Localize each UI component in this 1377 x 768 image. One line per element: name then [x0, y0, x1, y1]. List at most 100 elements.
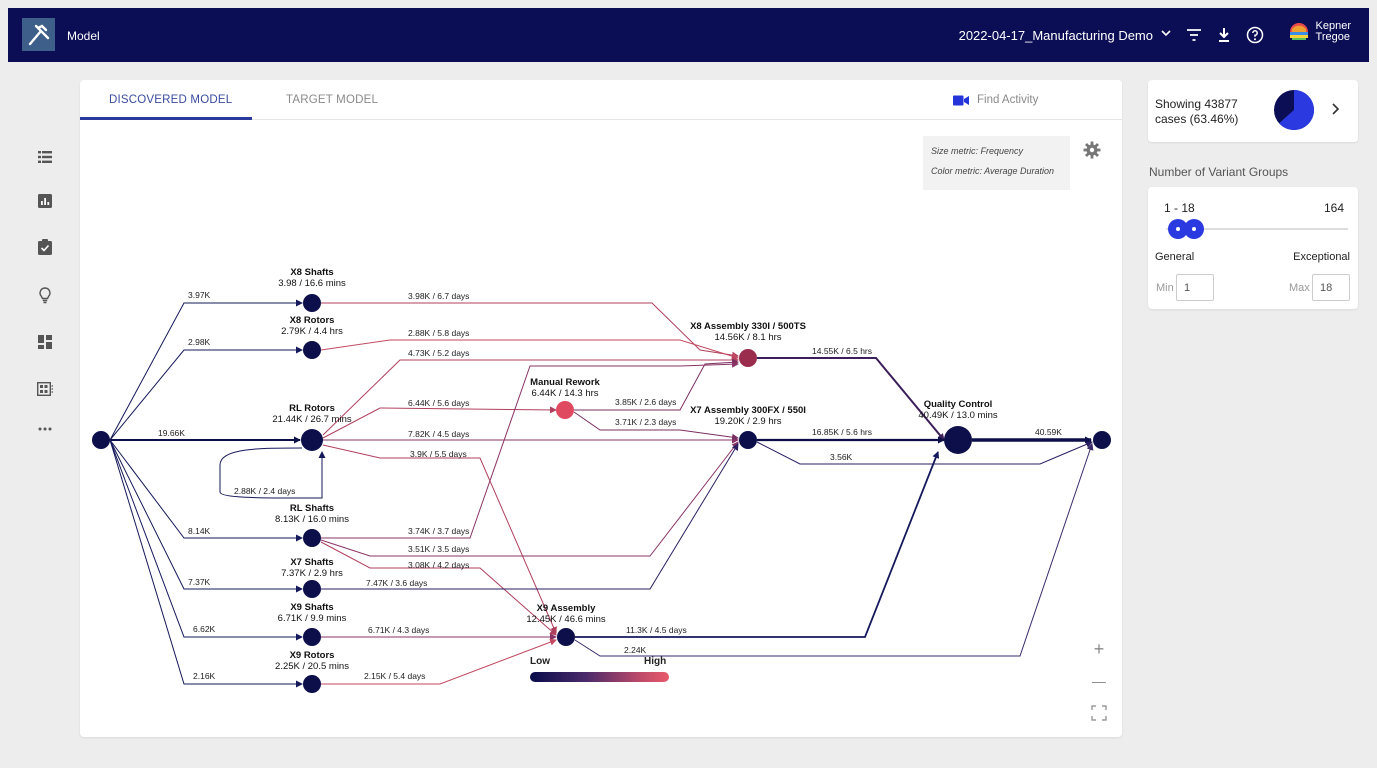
edge-label: 16.85K / 5.6 hrs: [812, 427, 872, 437]
edge-label: 3.98K / 6.7 days: [408, 291, 469, 301]
edge-rls-mr[interactable]: [321, 360, 739, 539]
help-icon[interactable]: [1244, 24, 1266, 46]
edge-start-x7s[interactable]: [109, 439, 303, 593]
edge-x9r-x9a[interactable]: [321, 638, 557, 685]
chevron-right-icon[interactable]: [1328, 102, 1342, 121]
edge-label: 2.98K: [188, 337, 211, 347]
video-camera-icon: [953, 95, 969, 105]
edge-label: 7.47K / 3.6 days: [366, 578, 427, 588]
variant-groups-panel: 1 - 18 164 General Exceptional Min 1 Max…: [1148, 187, 1358, 309]
gear-icon[interactable]: [1083, 141, 1101, 159]
slider-max-handle[interactable]: [1184, 219, 1204, 239]
bar-chart-icon[interactable]: [36, 192, 54, 210]
node-stats-label: 7.37K / 2.9 hrs: [281, 568, 343, 579]
find-activity-label: Find Activity: [977, 94, 1039, 106]
edge-label: 4.73K / 5.2 days: [408, 348, 469, 358]
node-name-label: X9 Shafts: [290, 602, 333, 613]
edge-x7a-end[interactable]: [756, 441, 1093, 465]
node-name-label: X9 Rotors: [290, 650, 335, 661]
node-x7a[interactable]: [739, 431, 757, 449]
node-stats-label: 40.49K / 13.0 mins: [918, 410, 997, 421]
node-name-label: X9 Assembly: [537, 603, 597, 614]
process-map[interactable]: 3.97K 2.98K 19.66K 8.14K 7.37K 6.62K 2.16K 2.88…: [80, 180, 1122, 700]
edge-label: 2.24K: [624, 645, 647, 655]
node-x8s[interactable]: [303, 294, 321, 312]
app-title: Model: [67, 29, 100, 43]
clipboard-check-icon[interactable]: [36, 238, 54, 256]
node-stats-label: 12.45K / 46.6 mins: [526, 614, 605, 625]
edge-x7s-x7a[interactable]: [321, 443, 739, 590]
node-name-label: X8 Shafts: [290, 267, 333, 278]
edge-label: 3.97K: [188, 290, 211, 300]
size-metric-label: Size metric: Frequency: [931, 146, 1024, 156]
node-stats-label: 14.56K / 8.1 hrs: [714, 332, 781, 343]
chevron-down-icon[interactable]: [1159, 26, 1173, 40]
dataset-selector[interactable]: 2022-04-17_Manufacturing Demo: [959, 28, 1153, 43]
edge-rls-x7a[interactable]: [320, 441, 739, 557]
lightbulb-icon[interactable]: [36, 286, 54, 304]
node-x9a[interactable]: [557, 628, 575, 646]
node-x9r[interactable]: [303, 675, 321, 693]
exceptional-label: Exceptional: [1293, 251, 1350, 263]
download-icon[interactable]: [1213, 24, 1235, 46]
list-icon[interactable]: [36, 148, 54, 166]
min-label: Min: [1156, 282, 1174, 294]
edge-x8r-x8a[interactable]: [320, 339, 739, 360]
filter-icon[interactable]: [1183, 24, 1205, 46]
edge-label: 3.9K / 5.5 days: [410, 449, 467, 459]
showing-cases-line2: cases (63.46%): [1155, 112, 1239, 126]
node-stats-label: 2.25K / 20.5 mins: [275, 661, 349, 672]
edge-label: 2.88K / 2.4 days: [234, 486, 295, 496]
edge-x8s-x8a[interactable]: [321, 302, 739, 359]
node-name-label: X8 Assembly 330I / 500TS: [690, 321, 806, 332]
color-metric-label: Color metric: Average Duration: [931, 166, 1055, 176]
edge-label: 11.3K / 4.5 days: [626, 625, 687, 635]
tab-target-model[interactable]: TARGET MODEL: [286, 94, 378, 106]
edge-label: 2.16K: [193, 671, 216, 681]
edge-label: 6.62K: [193, 624, 216, 634]
zoom-out-button[interactable]: —: [1090, 672, 1108, 690]
fullscreen-icon[interactable]: [1090, 705, 1108, 723]
edge-start-x8r[interactable]: [109, 346, 303, 441]
node-qc[interactable]: [944, 426, 972, 454]
model-tabs: DISCOVERED MODEL TARGET MODEL Find Activ…: [80, 80, 1122, 120]
node-x8a[interactable]: [739, 349, 757, 367]
cases-pie-chart: [1274, 90, 1314, 130]
node-name-label: Manual Rework: [530, 377, 600, 388]
max-input[interactable]: 18: [1312, 274, 1350, 301]
edge-label: 2.15K / 5.4 days: [364, 671, 425, 681]
edge-label: 3.08K / 4.2 days: [408, 560, 469, 570]
app-logo-icon[interactable]: [22, 18, 55, 51]
process-model-card: DISCOVERED MODEL TARGET MODEL Find Activ…: [80, 80, 1122, 737]
min-input[interactable]: 1: [1176, 274, 1214, 301]
edge-label: 3.74K / 3.7 days: [408, 526, 469, 536]
node-stats-label: 21.44K / 26.7 mins: [272, 414, 351, 425]
node-x8r[interactable]: [303, 341, 321, 359]
node-mr[interactable]: [556, 401, 574, 419]
node-x7s[interactable]: [303, 580, 321, 598]
edge-label: 8.14K: [188, 526, 211, 536]
color-legend-bar: [530, 672, 669, 682]
find-activity-button[interactable]: Find Activity: [953, 94, 1038, 106]
legend-high-label: High: [644, 656, 667, 667]
edge-label: 3.51K / 3.5 days: [408, 544, 469, 554]
table-icon[interactable]: [36, 380, 54, 398]
edge-label: 40.59K: [1035, 427, 1062, 437]
node-stats-label: 6.71K / 9.9 mins: [278, 613, 347, 624]
node-rlr[interactable]: [301, 429, 323, 451]
edge-start-x9r[interactable]: [109, 439, 303, 688]
edge-label: 3.85K / 2.6 days: [615, 397, 676, 407]
tab-discovered-model[interactable]: DISCOVERED MODEL: [109, 94, 232, 106]
edge-label: 14.55K / 6.5 hrs: [812, 346, 872, 356]
node-end[interactable]: [1093, 431, 1111, 449]
edge-label: 2.88K / 5.8 days: [408, 328, 469, 338]
node-rls[interactable]: [303, 529, 321, 547]
max-label: Max: [1289, 282, 1310, 294]
more-icon[interactable]: [36, 420, 54, 438]
node-x9s[interactable]: [303, 628, 321, 646]
edge-x9a-qc[interactable]: [575, 451, 940, 638]
node-start[interactable]: [92, 431, 110, 449]
dashboard-icon[interactable]: [36, 333, 54, 351]
zoom-in-button[interactable]: +: [1090, 640, 1108, 658]
node-name-label: Quality Control: [924, 399, 993, 410]
